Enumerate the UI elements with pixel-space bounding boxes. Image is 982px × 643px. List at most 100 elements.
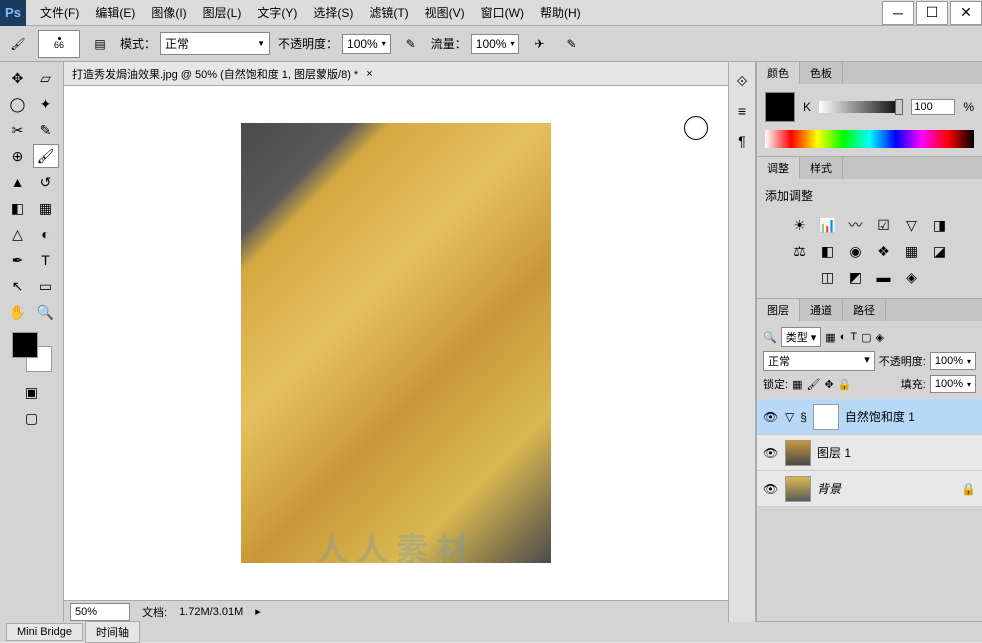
opacity-input[interactable]: 100% ▾ bbox=[342, 34, 391, 54]
color-preview[interactable] bbox=[765, 92, 795, 122]
link-icon[interactable]: § bbox=[800, 410, 807, 424]
zoom-input[interactable]: 50% bbox=[70, 603, 130, 621]
menu-edit[interactable]: 编辑(E) bbox=[89, 0, 141, 25]
document-tab[interactable]: 打造秀发焗油效果.jpg @ 50% (自然饱和度 1, 图层蒙版/8) * × bbox=[64, 62, 728, 86]
color-swatch[interactable] bbox=[12, 332, 52, 372]
vibrance-icon[interactable]: ▽ bbox=[902, 216, 922, 234]
tab-layers[interactable]: 图层 bbox=[757, 299, 800, 321]
blur-tool[interactable]: △ bbox=[5, 222, 31, 246]
balance-icon[interactable]: ⚖ bbox=[790, 242, 810, 260]
stamp-tool[interactable]: ▲ bbox=[5, 170, 31, 194]
eyedropper-tool[interactable]: ✎ bbox=[33, 118, 59, 142]
move-tool[interactable]: ✥ bbox=[5, 66, 31, 90]
k-value-input[interactable] bbox=[911, 99, 955, 115]
canvas[interactable]: 人人素材 bbox=[64, 86, 728, 600]
posterize-icon[interactable]: ◫ bbox=[818, 268, 838, 286]
lock-transparent-icon[interactable]: ▦ bbox=[792, 378, 802, 391]
screenmode-tool[interactable]: ▢ bbox=[19, 406, 45, 430]
brush-tool-indicator[interactable]: 🖌 bbox=[6, 32, 30, 56]
menu-help[interactable]: 帮助(H) bbox=[534, 0, 587, 25]
visibility-icon[interactable]: 👁 bbox=[763, 410, 779, 424]
airbrush-icon[interactable]: ✈ bbox=[527, 32, 551, 56]
filter-type-icon[interactable]: T bbox=[850, 331, 857, 343]
filter-pixel-icon[interactable]: ▦ bbox=[825, 331, 835, 344]
flow-input[interactable]: 100% ▾ bbox=[471, 34, 520, 54]
artboard-tool[interactable]: ▱ bbox=[33, 66, 59, 90]
tab-paths[interactable]: 路径 bbox=[843, 299, 886, 321]
layer-thumb[interactable] bbox=[785, 476, 811, 502]
filter-shape-icon[interactable]: ▢ bbox=[861, 331, 871, 344]
layer-opacity-input[interactable]: 100%▾ bbox=[930, 352, 976, 370]
lock-all-icon[interactable]: 🔒 bbox=[838, 378, 852, 391]
visibility-icon[interactable]: 👁 bbox=[763, 446, 779, 460]
properties-panel-icon[interactable]: ≡ bbox=[731, 100, 753, 122]
gradient-tool[interactable]: ▦ bbox=[33, 196, 59, 220]
levels-icon[interactable]: 📊 bbox=[818, 216, 838, 234]
tablet-pressure-icon[interactable]: ✎ bbox=[559, 32, 583, 56]
tab-color[interactable]: 颜色 bbox=[757, 62, 800, 84]
menu-layer[interactable]: 图层(L) bbox=[197, 0, 248, 25]
brush-preset-picker[interactable]: 66 bbox=[38, 30, 80, 58]
tab-mini-bridge[interactable]: Mini Bridge bbox=[6, 623, 83, 641]
selective-color-icon[interactable]: ◈ bbox=[902, 268, 922, 286]
filter-adjust-icon[interactable]: ◐ bbox=[840, 331, 847, 343]
filter-smart-icon[interactable]: ◈ bbox=[875, 331, 883, 344]
color-spectrum[interactable] bbox=[765, 130, 974, 148]
tab-adjustments[interactable]: 调整 bbox=[757, 157, 800, 179]
foreground-color[interactable] bbox=[12, 332, 38, 358]
shape-tool[interactable]: ▭ bbox=[33, 274, 59, 298]
visibility-icon[interactable]: 👁 bbox=[763, 482, 779, 496]
channel-mixer-icon[interactable]: ❖ bbox=[874, 242, 894, 260]
gradient-map-icon[interactable]: ▬ bbox=[874, 268, 894, 286]
dodge-tool[interactable]: ◐ bbox=[33, 222, 59, 246]
layer-item-layer1[interactable]: 👁 图层 1 bbox=[757, 435, 982, 471]
lock-pixels-icon[interactable]: 🖌 bbox=[806, 378, 820, 391]
magic-wand-tool[interactable]: ✦ bbox=[33, 92, 59, 116]
layer-thumb[interactable] bbox=[785, 440, 811, 466]
close-tab-icon[interactable]: × bbox=[366, 68, 372, 80]
minimize-button[interactable]: ─ bbox=[882, 1, 914, 25]
tab-styles[interactable]: 样式 bbox=[800, 157, 843, 179]
maximize-button[interactable]: ☐ bbox=[916, 1, 948, 25]
threshold-icon[interactable]: ◩ bbox=[846, 268, 866, 286]
brush-panel-toggle[interactable]: ▤ bbox=[88, 32, 112, 56]
type-tool[interactable]: T bbox=[33, 248, 59, 272]
quickmask-tool[interactable]: ▣ bbox=[19, 380, 45, 404]
tab-channels[interactable]: 通道 bbox=[800, 299, 843, 321]
crop-tool[interactable]: ✂ bbox=[5, 118, 31, 142]
slider-thumb[interactable] bbox=[895, 99, 903, 115]
expand-icon[interactable]: ▽ bbox=[785, 410, 794, 424]
layer-item-background[interactable]: 👁 背景 🔒 bbox=[757, 471, 982, 507]
menu-file[interactable]: 文件(F) bbox=[34, 0, 85, 25]
curves-icon[interactable]: 〰 bbox=[846, 216, 866, 234]
chevron-right-icon[interactable]: ▸ bbox=[255, 605, 261, 618]
lookup-icon[interactable]: ▦ bbox=[902, 242, 922, 260]
menu-filter[interactable]: 滤镜(T) bbox=[363, 0, 414, 25]
layer-mask-thumb[interactable] bbox=[813, 404, 839, 430]
healing-tool[interactable]: ⊕ bbox=[5, 144, 31, 168]
bw-icon[interactable]: ◧ bbox=[818, 242, 838, 260]
eraser-tool[interactable]: ◧ bbox=[5, 196, 31, 220]
menu-select[interactable]: 选择(S) bbox=[307, 0, 359, 25]
brightness-icon[interactable]: ☀ bbox=[790, 216, 810, 234]
history-brush-tool[interactable]: ↺ bbox=[33, 170, 59, 194]
photo-filter-icon[interactable]: ◉ bbox=[846, 242, 866, 260]
layer-blend-select[interactable]: 正常 ▾ bbox=[763, 351, 875, 371]
hand-tool[interactable]: ✋ bbox=[5, 300, 31, 324]
fill-input[interactable]: 100%▾ bbox=[930, 375, 976, 393]
search-icon[interactable]: 🔍 bbox=[763, 331, 777, 344]
invert-icon[interactable]: ◪ bbox=[930, 242, 950, 260]
character-panel-icon[interactable]: ¶ bbox=[731, 130, 753, 152]
k-slider[interactable] bbox=[819, 101, 903, 113]
blend-mode-select[interactable]: 正常 ▼ bbox=[160, 32, 270, 55]
menu-image[interactable]: 图像(I) bbox=[145, 0, 192, 25]
brush-tool[interactable]: 🖌 bbox=[33, 144, 59, 168]
exposure-icon[interactable]: ☑ bbox=[874, 216, 894, 234]
menu-window[interactable]: 窗口(W) bbox=[475, 0, 530, 25]
opacity-pressure-icon[interactable]: ✎ bbox=[399, 32, 423, 56]
filter-type-select[interactable]: 类型 ▾ bbox=[781, 327, 822, 347]
history-panel-icon[interactable]: ⟐ bbox=[731, 70, 753, 92]
menu-type[interactable]: 文字(Y) bbox=[251, 0, 303, 25]
menu-view[interactable]: 视图(V) bbox=[419, 0, 471, 25]
hue-icon[interactable]: ◨ bbox=[930, 216, 950, 234]
